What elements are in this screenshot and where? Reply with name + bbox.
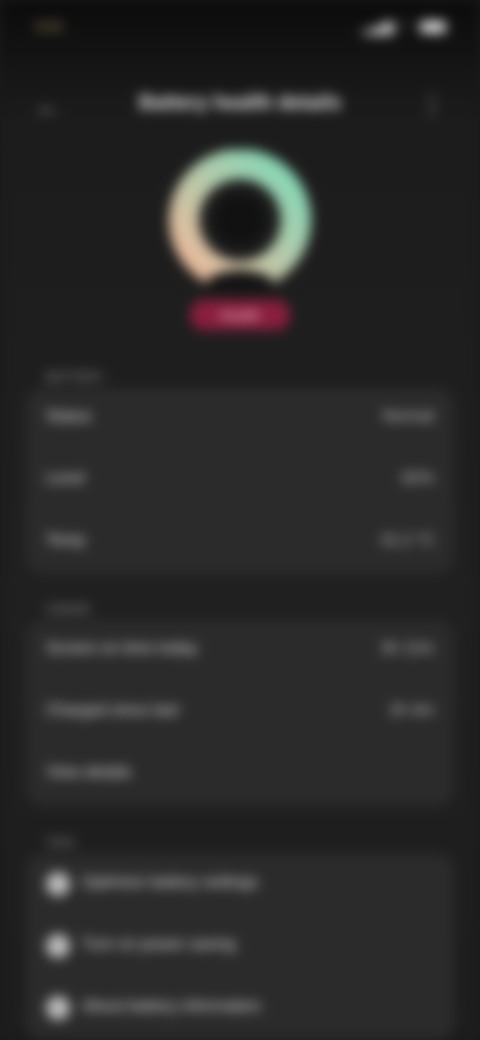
status-icons: ▂▄▆ ◠ <box>363 18 446 35</box>
tips-card: Optimize battery settings Turn on power … <box>26 854 454 1040</box>
row-key: About battery information <box>82 998 261 1015</box>
row-key: View details <box>46 764 132 781</box>
section-tips-label: TIPS <box>46 836 75 850</box>
row-value: 2h 4m <box>389 702 434 719</box>
gauge-ring <box>169 150 311 292</box>
more-vertical-icon[interactable]: ⋮ <box>414 92 450 120</box>
row-key: Optimize battery settings <box>82 874 259 891</box>
battery-status-row[interactable]: Status Normal <box>26 388 454 450</box>
info-icon <box>46 996 70 1020</box>
arrow-left-icon[interactable]: ← <box>30 92 66 120</box>
tip-row[interactable]: Turn on power saving <box>26 916 454 978</box>
row-value: 3h 12m <box>380 640 434 657</box>
signal-icon: ▂▄▆ ◠ <box>362 18 411 34</box>
row-key: Screen on time today <box>46 640 198 657</box>
battery-temp-row[interactable]: Temp 31.2 °C <box>26 512 454 574</box>
row-key: Status <box>46 408 92 425</box>
status-time: 9:41 <box>36 18 64 34</box>
page-title: Battery health details <box>138 92 342 114</box>
status-bar: 9:41 ▂▄▆ ◠ <box>0 0 480 56</box>
tip-row[interactable]: Optimize battery settings <box>26 854 454 916</box>
section-battery-label: BATTERY <box>46 370 104 384</box>
row-value: 82% <box>401 470 434 487</box>
row-value: Normal <box>382 408 434 425</box>
health-badge: Health <box>190 300 290 330</box>
bulb-icon <box>46 934 70 958</box>
row-key: Level <box>46 470 85 487</box>
battery-health-gauge: Health <box>160 150 320 340</box>
row-key: Charged since last <box>46 702 179 719</box>
screen: 9:41 ▂▄▆ ◠ ← Battery health details ⋮ He… <box>0 0 480 1040</box>
charged-since-row[interactable]: Charged since last 2h 4m <box>26 682 454 744</box>
tip-row[interactable]: About battery information <box>26 978 454 1040</box>
section-usage-label: USAGE <box>46 602 91 616</box>
bulb-icon <box>46 872 70 896</box>
battery-card: Status Normal Level 82% Temp 31.2 °C <box>26 388 454 574</box>
battery-icon <box>420 21 446 34</box>
row-value: 31.2 °C <box>380 532 434 549</box>
battery-level-row[interactable]: Level 82% <box>26 450 454 512</box>
screen-time-row[interactable]: Screen on time today 3h 12m <box>26 620 454 682</box>
row-key: Turn on power saving <box>82 936 236 953</box>
view-details-row[interactable]: View details <box>26 744 454 806</box>
row-key: Temp <box>46 532 86 549</box>
app-header: ← Battery health details ⋮ <box>0 78 480 134</box>
usage-card: Screen on time today 3h 12m Charged sinc… <box>26 620 454 806</box>
